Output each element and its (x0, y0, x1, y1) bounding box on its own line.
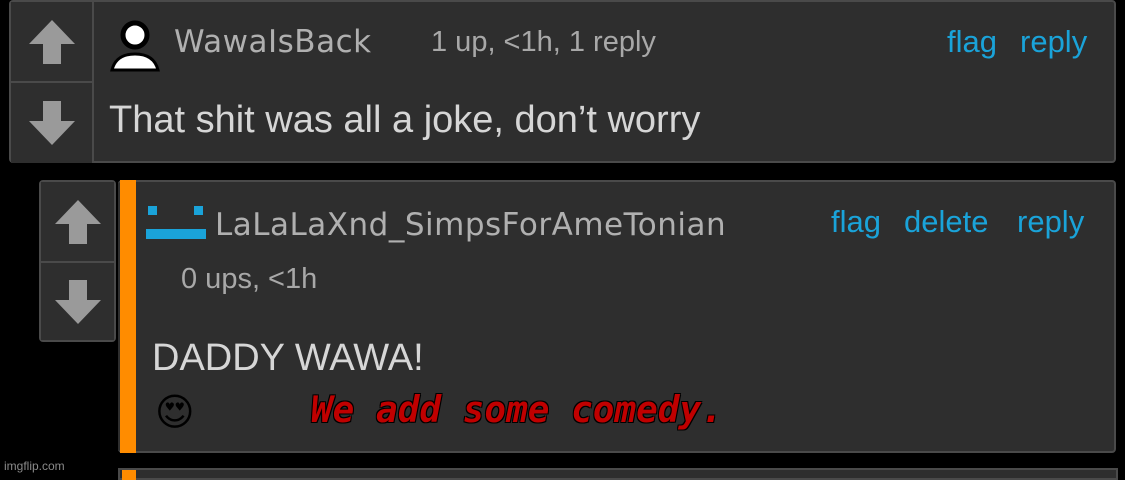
arrow-up-icon (28, 19, 75, 64)
reply-link[interactable]: reply (1020, 24, 1087, 60)
comment-meta: 1 up, <1h, 1 reply (431, 26, 656, 58)
delete-link[interactable]: delete (904, 204, 988, 240)
vote-column (11, 2, 94, 163)
comment-meta: 0 ups, <1h (181, 263, 318, 295)
downvote-button[interactable] (11, 83, 92, 163)
comment-2 (39, 180, 116, 342)
arrow-down-icon (54, 279, 101, 324)
username[interactable]: LaLaLaXnd_SimpsForAmeTonian (215, 207, 726, 243)
watermark: imgflip.com (4, 459, 65, 473)
arrow-down-icon (28, 101, 75, 145)
caption-overlay: We add some comedy. (311, 390, 723, 431)
upvote-button[interactable] (11, 2, 92, 81)
heart-eyes-emoji: 😍 (155, 392, 195, 434)
comment-1: WawaIsBack 1 up, <1h, 1 reply flag reply… (9, 0, 1116, 163)
next-comment-edge (118, 468, 1118, 480)
user-silhouette-icon (110, 20, 160, 72)
next-comment-accent (122, 470, 136, 480)
reply-accent-bar (120, 180, 136, 453)
arrow-up-icon (54, 199, 101, 244)
username[interactable]: WawaIsBack (174, 24, 372, 60)
face-emoticon-icon (146, 206, 206, 239)
upvote-button[interactable] (41, 182, 114, 261)
flag-link[interactable]: flag (947, 24, 997, 60)
comment-body: DADDY WAWA! (152, 337, 424, 379)
downvote-button[interactable] (41, 263, 114, 340)
flag-link[interactable]: flag (831, 204, 881, 240)
reply-link[interactable]: reply (1017, 204, 1084, 240)
comment-body: That shit was all a joke, don’t worry (109, 99, 701, 141)
